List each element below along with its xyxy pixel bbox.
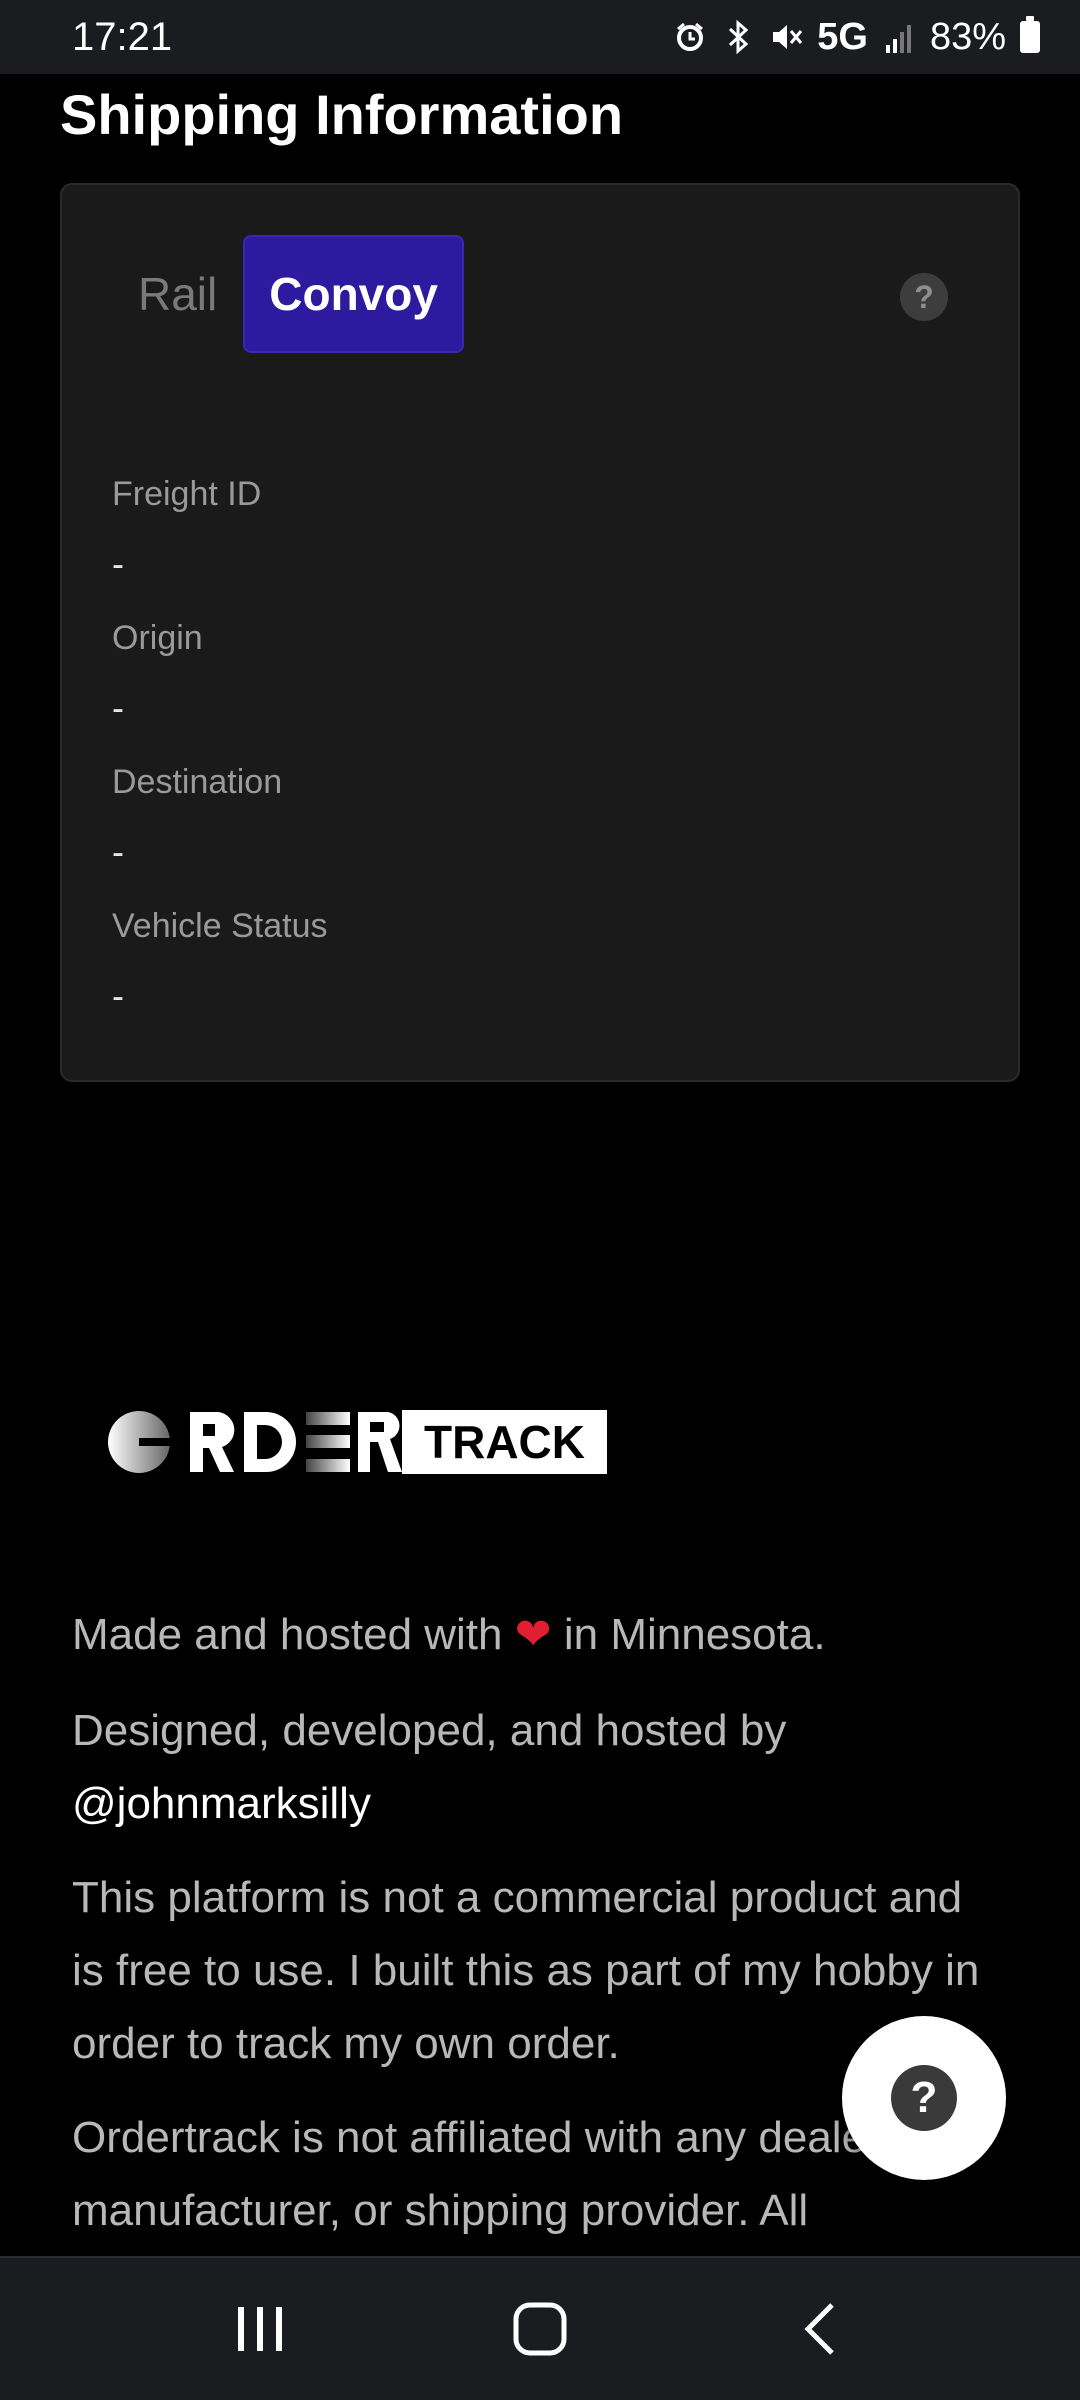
- mute-icon: [769, 20, 803, 54]
- origin-value: -: [112, 687, 124, 728]
- back-button[interactable]: [760, 2269, 880, 2389]
- battery-icon: [1020, 16, 1040, 53]
- page-title: Shipping Information: [60, 83, 624, 146]
- track-label: TRACK: [402, 1410, 607, 1474]
- help-icon[interactable]: ?: [900, 273, 948, 321]
- back-icon: [804, 2303, 834, 2355]
- alarm-icon: [673, 20, 707, 54]
- made-suffix: in Minnesota.: [563, 1610, 826, 1659]
- designed-text: Designed, developed, and hosted by: [72, 1706, 787, 1755]
- author-handle-link[interactable]: @johnmarksilly: [72, 1779, 371, 1828]
- made-with-text: Made and hosted with ❤ in Minnesota.: [72, 1598, 1002, 1671]
- home-button[interactable]: [480, 2269, 600, 2389]
- destination-value: -: [112, 831, 124, 872]
- recents-icon: [238, 2307, 282, 2351]
- shipping-card: Rail Convoy ? Freight ID - Origin - Dest…: [60, 183, 1020, 1082]
- freight-id-value: -: [112, 543, 124, 584]
- shipping-mode-tabs: Rail Convoy: [138, 235, 464, 353]
- signal-icon: [882, 20, 916, 54]
- status-time: 17:21: [72, 14, 173, 59]
- bluetooth-icon: [721, 20, 755, 54]
- origin-label: Origin: [112, 619, 203, 657]
- freight-id-label: Freight ID: [112, 475, 262, 513]
- vehicle-status-value: -: [112, 975, 124, 1016]
- made-prefix: Made and hosted with: [72, 1610, 503, 1659]
- tab-rail[interactable]: Rail: [138, 267, 217, 321]
- destination-label: Destination: [112, 763, 283, 801]
- heart-icon: ❤: [514, 1610, 552, 1659]
- network-type: 5G: [817, 15, 868, 58]
- question-icon: ?: [891, 2065, 957, 2131]
- ordertrack-logo: TRACK: [106, 1408, 607, 1476]
- tab-convoy[interactable]: Convoy: [243, 235, 464, 353]
- status-bar: 17:21 5G 83%: [0, 0, 1080, 74]
- designed-by-text: Designed, developed, and hosted by @john…: [72, 1694, 1002, 1840]
- help-fab-button[interactable]: ?: [842, 2016, 1006, 2180]
- status-icons: 5G 83%: [673, 16, 1040, 59]
- system-nav-bar: [0, 2256, 1080, 2400]
- battery-percent: 83%: [929, 15, 1006, 58]
- recent-apps-button[interactable]: [200, 2269, 320, 2389]
- order-wordmark: [108, 1411, 402, 1473]
- home-icon: [513, 2302, 567, 2356]
- vehicle-status-label: Vehicle Status: [112, 907, 328, 945]
